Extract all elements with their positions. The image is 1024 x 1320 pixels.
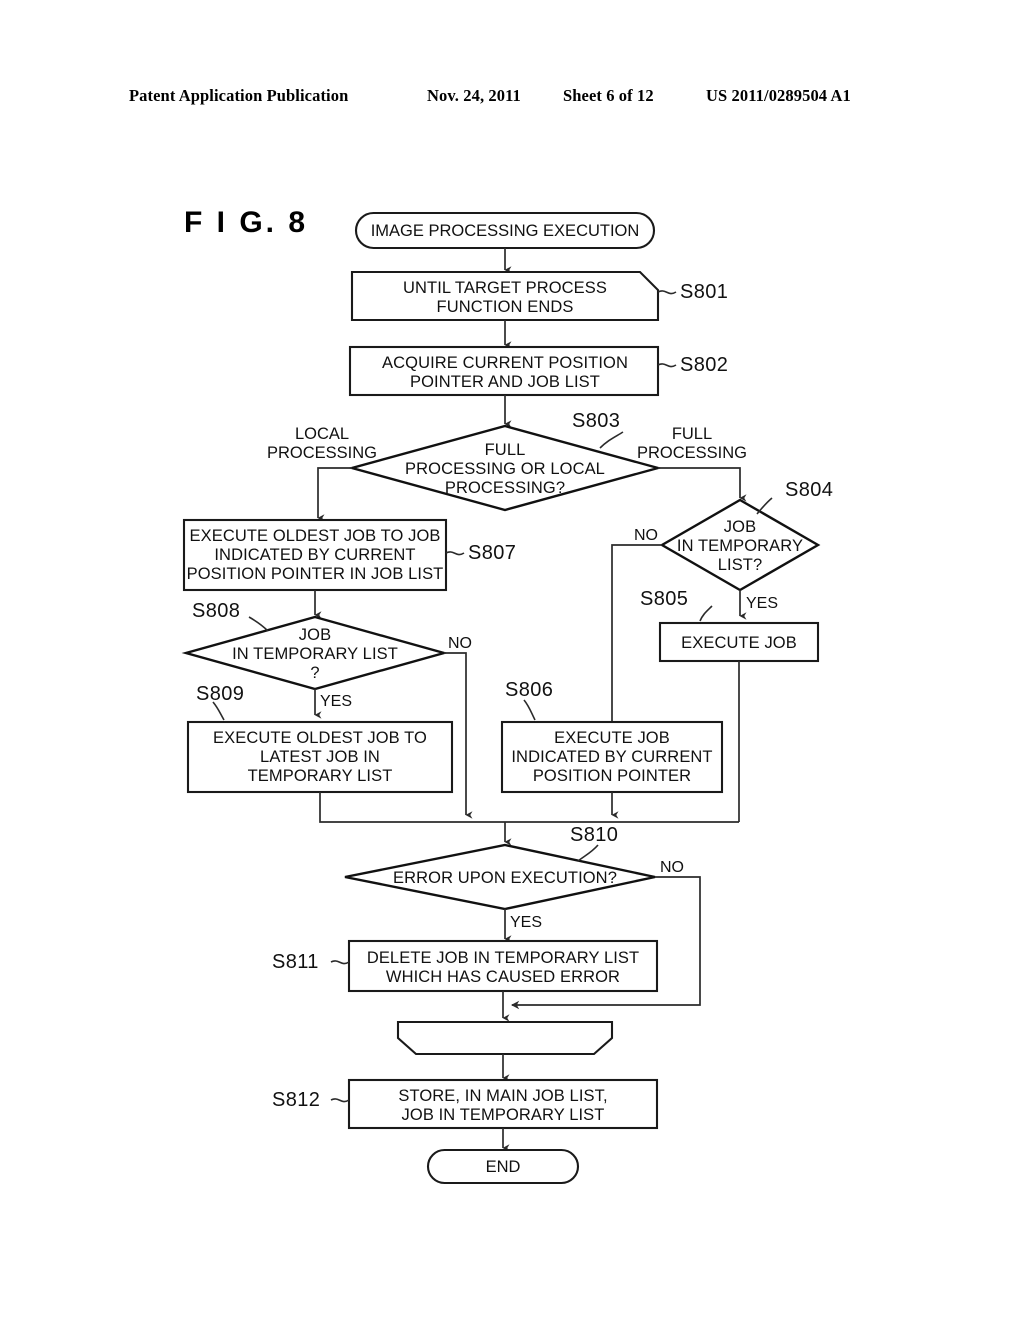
node-s802-line-1: ACQUIRE CURRENT POSITION bbox=[382, 354, 628, 372]
node-s808-line-3: ? bbox=[310, 664, 319, 682]
node-s811: DELETE JOB IN TEMPORARY LIST WHICH HAS C… bbox=[347, 939, 659, 993]
connector-s803-full-to-s804 bbox=[658, 467, 747, 502]
leader-s808 bbox=[248, 616, 269, 632]
node-s809-line-3: TEMPORARY LIST bbox=[248, 767, 393, 785]
node-s805-id: S805 bbox=[640, 588, 688, 610]
node-loop-end bbox=[396, 1020, 614, 1056]
leader-s804 bbox=[756, 497, 773, 515]
branch-label-s803-local-2: PROCESSING bbox=[267, 444, 377, 462]
node-s812: STORE, IN MAIN JOB LIST, JOB IN TEMPORAR… bbox=[347, 1078, 659, 1130]
node-s806-line-1: EXECUTE JOB bbox=[554, 729, 670, 747]
leader-s807 bbox=[445, 551, 465, 556]
terminal-start-label: IMAGE PROCESSING EXECUTION bbox=[371, 222, 640, 240]
node-s803-line-3: PROCESSING? bbox=[445, 479, 565, 497]
node-s803-id: S803 bbox=[572, 410, 620, 432]
node-s806-line-3: POSITION POINTER bbox=[533, 767, 691, 785]
node-s808-line-1: JOB bbox=[299, 626, 331, 644]
terminal-end-label: END bbox=[486, 1158, 521, 1176]
node-s806-line-2: INDICATED BY CURRENT bbox=[511, 748, 712, 766]
node-s805: EXECUTE JOB bbox=[658, 621, 820, 663]
node-s812-id: S812 bbox=[272, 1089, 320, 1111]
node-s801-id: S801 bbox=[680, 281, 728, 303]
leader-s806 bbox=[523, 699, 536, 721]
node-s802: ACQUIRE CURRENT POSITION POINTER AND JOB… bbox=[348, 345, 660, 397]
node-s804-line-3: LIST? bbox=[718, 556, 763, 574]
node-s809: EXECUTE OLDEST JOB TO LATEST JOB IN TEMP… bbox=[186, 720, 454, 794]
branch-label-s810-no: NO bbox=[660, 859, 684, 876]
node-s807-line-2: INDICATED BY CURRENT bbox=[214, 546, 415, 564]
terminal-end: END bbox=[426, 1148, 580, 1185]
flowchart-diagram: IMAGE PROCESSING EXECUTION UNTIL TARGET … bbox=[181, 211, 833, 1185]
branch-label-s803-local-1: LOCAL bbox=[295, 425, 349, 443]
leader-s811 bbox=[330, 960, 350, 965]
node-s811-id: S811 bbox=[272, 951, 319, 973]
branch-label-s804-no: NO bbox=[634, 527, 658, 544]
node-s810-id: S810 bbox=[570, 824, 618, 846]
connector-s803-local-to-s807 bbox=[317, 467, 352, 522]
node-s809-line-2: LATEST JOB IN bbox=[260, 748, 380, 766]
node-s807-line-3: POSITION POINTER IN JOB LIST bbox=[187, 565, 444, 583]
node-s805-line-1: EXECUTE JOB bbox=[681, 634, 797, 652]
leader-s801 bbox=[657, 290, 677, 295]
node-s801-line-2: FUNCTION ENDS bbox=[437, 298, 574, 316]
node-s807-line-1: EXECUTE OLDEST JOB TO JOB bbox=[190, 527, 441, 545]
node-s809-line-1: EXECUTE OLDEST JOB TO bbox=[213, 729, 427, 747]
node-s808-line-2: IN TEMPORARY LIST bbox=[232, 645, 398, 663]
branch-label-s804-yes: YES bbox=[746, 595, 778, 612]
leader-s802 bbox=[657, 363, 677, 368]
leader-s803 bbox=[599, 431, 624, 449]
node-s806-id: S806 bbox=[505, 679, 553, 701]
branch-label-s808-no: NO bbox=[448, 635, 472, 652]
connector-s804-no-to-s806 bbox=[611, 544, 662, 732]
node-s808: JOB IN TEMPORARY LIST ? bbox=[181, 615, 449, 691]
node-s810-line-1: ERROR UPON EXECUTION? bbox=[393, 869, 617, 887]
node-s811-line-2: WHICH HAS CAUSED ERROR bbox=[386, 968, 620, 986]
node-s811-line-1: DELETE JOB IN TEMPORARY LIST bbox=[367, 949, 639, 967]
leader-s812 bbox=[330, 1098, 350, 1103]
node-s804-line-1: JOB bbox=[724, 518, 756, 536]
node-s802-line-2: POINTER AND JOB LIST bbox=[410, 373, 600, 391]
leader-s810 bbox=[577, 844, 599, 862]
node-s812-line-1: STORE, IN MAIN JOB LIST, bbox=[398, 1087, 607, 1105]
branch-label-s803-full-1: FULL bbox=[672, 425, 712, 443]
node-s804-id: S804 bbox=[785, 479, 833, 501]
branch-label-s803-full-2: PROCESSING bbox=[637, 444, 747, 462]
node-s807: EXECUTE OLDEST JOB TO JOB INDICATED BY C… bbox=[182, 518, 448, 592]
connector-merge-bus-left bbox=[319, 792, 739, 823]
node-s801: UNTIL TARGET PROCESS FUNCTION ENDS bbox=[350, 270, 660, 322]
node-s806: EXECUTE JOB INDICATED BY CURRENT POSITIO… bbox=[500, 720, 724, 794]
branch-label-s808-yes: YES bbox=[320, 693, 352, 710]
node-s804: JOB IN TEMPORARY LIST? bbox=[659, 498, 821, 592]
node-s810: ERROR UPON EXECUTION? bbox=[344, 843, 656, 911]
node-s807-id: S807 bbox=[468, 542, 516, 564]
node-s809-id: S809 bbox=[196, 683, 244, 705]
node-s802-id: S802 bbox=[680, 354, 728, 376]
terminal-start: IMAGE PROCESSING EXECUTION bbox=[354, 211, 656, 250]
leader-s805 bbox=[699, 605, 713, 622]
node-s812-line-2: JOB IN TEMPORARY LIST bbox=[402, 1106, 605, 1124]
patent-page: Patent Application Publication Nov. 24, … bbox=[0, 0, 1024, 1320]
node-s804-line-2: IN TEMPORARY bbox=[677, 537, 803, 555]
branch-label-s810-yes: YES bbox=[510, 914, 542, 931]
node-s801-line-1: UNTIL TARGET PROCESS bbox=[403, 279, 607, 297]
node-s803-line-1: FULL bbox=[485, 441, 526, 459]
node-s808-id: S808 bbox=[192, 600, 240, 622]
node-s803-line-2: PROCESSING OR LOCAL bbox=[405, 460, 605, 478]
